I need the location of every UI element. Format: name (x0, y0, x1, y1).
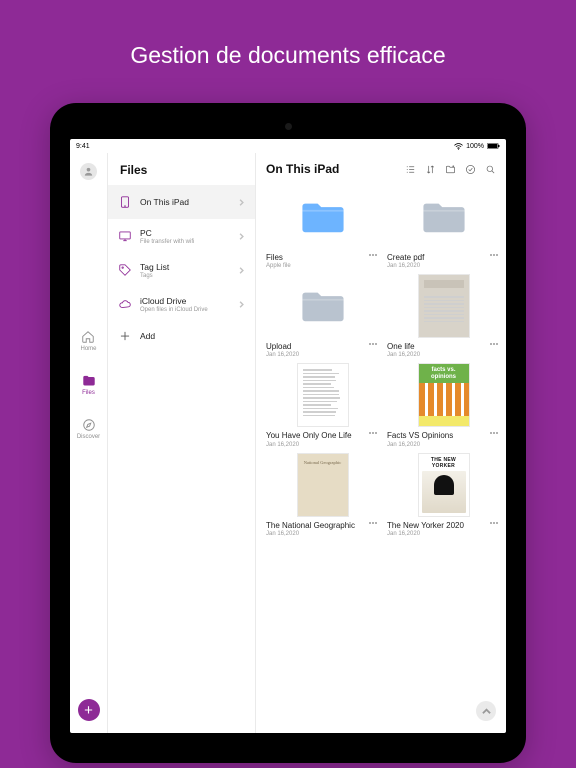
more-icon[interactable] (488, 518, 500, 528)
location-label: iCloud Drive (140, 296, 230, 306)
chevron-up-icon (482, 707, 491, 716)
file-title: One life (387, 342, 486, 351)
location-add[interactable]: Add (108, 321, 255, 351)
home-icon (81, 330, 95, 344)
ipad-icon (118, 195, 132, 209)
thumbnail: facts vs. opinions (387, 362, 500, 428)
file-item[interactable]: facts vs. opinions Facts VS Opinions Jan 1… (387, 362, 500, 447)
list-view-icon[interactable] (405, 164, 416, 175)
hero-headline: Gestion de documents efficace (0, 0, 576, 103)
file-item[interactable]: One lifeJan 16,2020 (387, 273, 500, 358)
scroll-to-top[interactable] (476, 701, 496, 721)
file-item[interactable]: THE NEW YORKER The New Yorker 2020Jan 16,… (387, 452, 500, 537)
rail-discover-label: Discover (77, 434, 100, 440)
file-title: Create pdf (387, 253, 486, 262)
locations-title: Files (108, 153, 255, 185)
sort-icon[interactable] (425, 164, 436, 175)
content-header: On This iPad (256, 153, 506, 182)
rail-home[interactable]: Home (80, 330, 96, 352)
file-date: Apple file (266, 263, 365, 269)
thumbnail (387, 273, 500, 339)
location-sublabel: Open files in iCloud Drive (140, 307, 230, 313)
more-icon[interactable] (488, 428, 500, 438)
location-sublabel: File transfer with wifi (140, 239, 230, 245)
more-icon[interactable] (367, 428, 379, 438)
file-item[interactable]: Create pdfJan 16,2020 (387, 184, 500, 269)
file-date: Jan 16,2020 (266, 531, 365, 537)
toolbar (405, 164, 496, 175)
avatar[interactable] (80, 163, 97, 180)
search-icon[interactable] (485, 164, 496, 175)
content-title: On This iPad (266, 162, 339, 176)
more-icon[interactable] (367, 518, 379, 528)
file-title: Upload (266, 342, 365, 351)
plus-icon: + (84, 703, 93, 718)
file-item[interactable]: FilesApple file (266, 184, 379, 269)
thumbnail (387, 184, 500, 250)
fab-add[interactable]: + (78, 699, 100, 721)
file-date: Jan 16,2020 (266, 352, 365, 358)
rail-files-label: Files (82, 390, 95, 396)
status-battery-pct: 100% (466, 143, 484, 150)
location-tag-list[interactable]: Tag ListTags (108, 253, 255, 287)
file-item[interactable]: UploadJan 16,2020 (266, 273, 379, 358)
location-label: On This iPad (140, 197, 230, 207)
file-title: The New Yorker 2020 (387, 521, 486, 530)
more-icon[interactable] (367, 339, 379, 349)
rail-files[interactable]: Files (82, 374, 96, 396)
thumbnail: National Geographic (266, 452, 379, 518)
chevron-right-icon (238, 193, 245, 211)
file-title: Files (266, 253, 365, 262)
thumbnail: THE NEW YORKER (387, 452, 500, 518)
file-title: Facts VS Opinions (387, 431, 486, 440)
cloud-icon (118, 297, 132, 311)
locations-panel: Files On This iPad PCFile transfer with … (108, 153, 256, 733)
file-title: You Have Only One Life (266, 431, 365, 440)
file-date: Jan 16,2020 (387, 442, 486, 448)
location-icloud-drive[interactable]: iCloud DriveOpen files in iCloud Drive (108, 287, 255, 321)
location-label: Tag List (140, 262, 230, 272)
tag-icon (118, 263, 132, 277)
thumbnail (266, 184, 379, 250)
battery-icon (487, 143, 500, 150)
file-date: Jan 16,2020 (387, 263, 486, 269)
content-area: On This iPad FilesApple fileCreate pdfJa… (256, 153, 506, 733)
location-sublabel: Tags (140, 273, 230, 279)
status-bar: 9:41 100% (70, 139, 506, 153)
file-date: Jan 16,2020 (387, 352, 486, 358)
more-icon[interactable] (488, 339, 500, 349)
new-folder-icon[interactable] (445, 164, 456, 175)
file-item[interactable]: National Geographic The National Geograph… (266, 452, 379, 537)
file-item[interactable]: You Have Only One Life Jan 16,2020 (266, 362, 379, 447)
compass-icon (82, 418, 96, 432)
app: Home Files Discover + Files On (70, 153, 506, 733)
ipad-camera (285, 123, 292, 130)
screen: 9:41 100% Home Files (70, 139, 506, 733)
plus-icon (118, 329, 132, 343)
file-date: Jan 16,2020 (266, 442, 365, 448)
file-date: Jan 16,2020 (387, 531, 486, 537)
file-grid: FilesApple fileCreate pdfJan 16,2020Uplo… (256, 182, 506, 733)
thumbnail (266, 362, 379, 428)
thumbnail (266, 273, 379, 339)
folder-icon (82, 374, 96, 388)
file-title: The National Geographic (266, 521, 365, 530)
chevron-right-icon (238, 295, 245, 313)
select-icon[interactable] (465, 164, 476, 175)
monitor-icon (118, 229, 132, 243)
ipad-frame: 9:41 100% Home Files (50, 103, 526, 763)
nav-rail: Home Files Discover + (70, 153, 108, 733)
chevron-right-icon (238, 227, 245, 245)
chevron-right-icon (238, 261, 245, 279)
more-icon[interactable] (367, 250, 379, 260)
rail-home-label: Home (80, 346, 96, 352)
location-label: Add (140, 331, 245, 341)
location-label: PC (140, 228, 230, 238)
status-time: 9:41 (76, 143, 90, 150)
wifi-icon (454, 143, 463, 150)
rail-discover[interactable]: Discover (77, 418, 100, 440)
location-on-this-ipad[interactable]: On This iPad (108, 185, 255, 219)
more-icon[interactable] (488, 250, 500, 260)
location-pc[interactable]: PCFile transfer with wifi (108, 219, 255, 253)
